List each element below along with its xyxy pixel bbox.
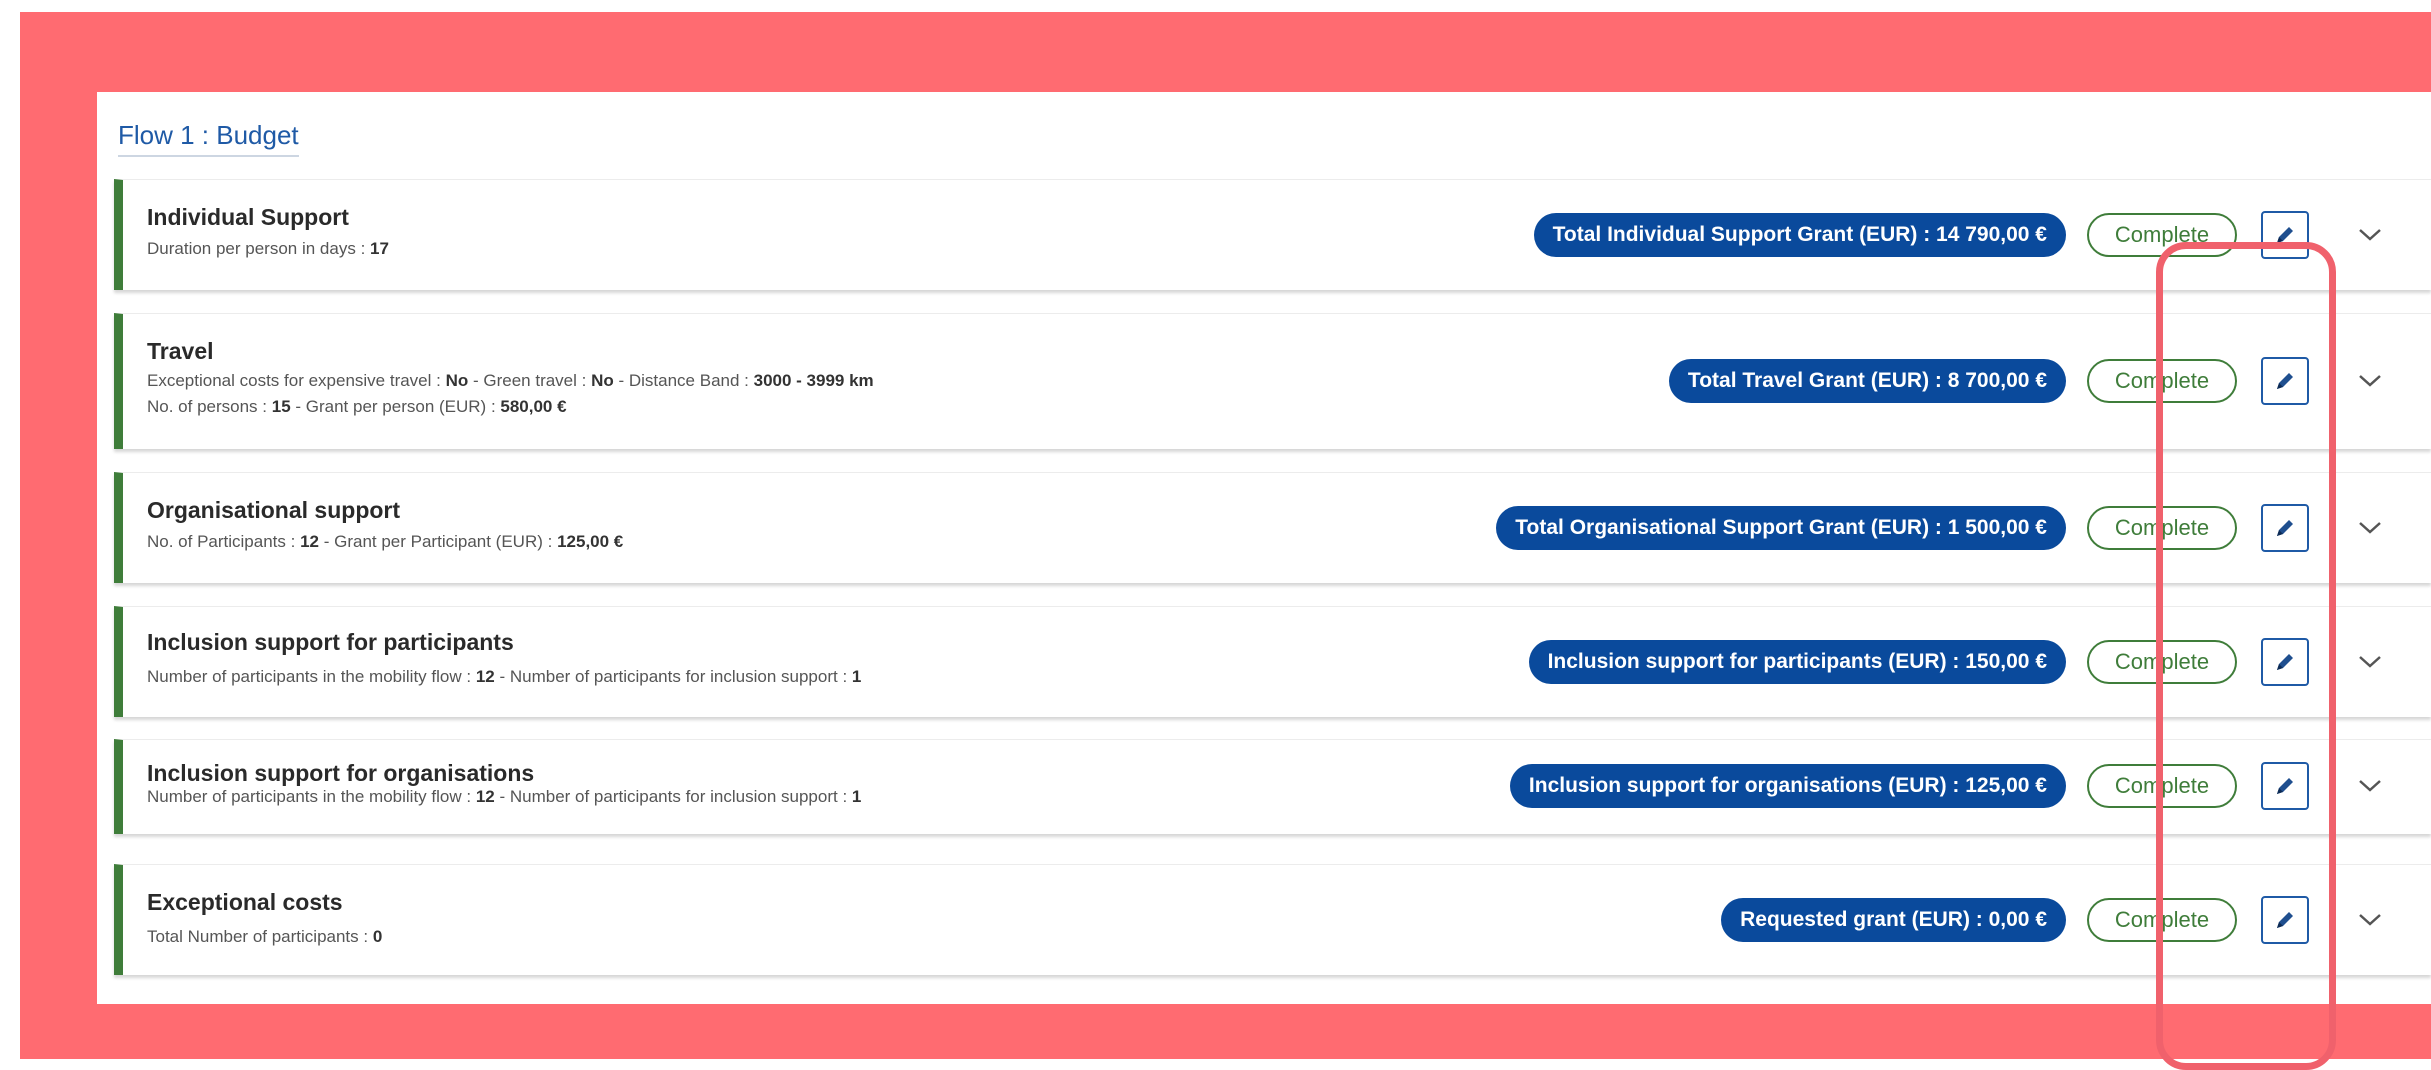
status-badge: Complete [2087, 359, 2237, 403]
chevron-down-icon[interactable] [2355, 513, 2385, 543]
chevron-down-icon[interactable] [2355, 366, 2385, 396]
status-badge: Complete [2087, 506, 2237, 550]
detail-value: 0 [372, 927, 383, 946]
detail-value: 17 [370, 239, 389, 258]
row-title: Individual Support [147, 204, 349, 230]
chevron-down-icon[interactable] [2355, 220, 2385, 250]
grant-total-badge: Requested grant (EUR) : 0,00 € [1721, 898, 2066, 942]
budget-row-exceptional-costs: Exceptional costs Total Number of partic… [114, 864, 2431, 975]
edit-button[interactable] [2261, 762, 2309, 810]
flow-title[interactable]: Flow 1 : Budget [118, 120, 299, 157]
budget-row-individual-support: Individual Support Duration per person i… [114, 179, 2431, 290]
row-title: Organisational support [147, 497, 401, 523]
grant-total-badge: Total Individual Support Grant (EUR) : 1… [1533, 213, 2066, 257]
pencil-icon [2277, 373, 2293, 389]
pencil-icon [2277, 654, 2293, 670]
status-badge: Complete [2087, 898, 2237, 942]
budget-panel: Flow 1 : Budget Individual Support Durat… [97, 92, 2431, 1070]
row-title: Travel [147, 338, 214, 364]
row-title: Inclusion support for organisations [147, 760, 535, 786]
detail-label: Total Number of participants : [147, 927, 373, 946]
pencil-icon [2277, 227, 2293, 243]
budget-row-inclusion-participants: Inclusion support for participants Numbe… [114, 606, 2431, 717]
detail-value: 125,00 € [557, 532, 624, 551]
detail-label: - Grant per person (EUR) : [290, 397, 501, 416]
row-title: Exceptional costs [147, 889, 343, 915]
grant-total-badge: Inclusion support for participants (EUR)… [1528, 640, 2066, 684]
detail-label: Number of participants in the mobility f… [147, 667, 476, 686]
status-badge: Complete [2087, 764, 2237, 808]
row-detail-line-2: No. of persons : 15 - Grant per person (… [147, 394, 567, 420]
chevron-down-icon[interactable] [2355, 647, 2385, 677]
detail-label: Duration per person in days : [147, 239, 371, 258]
detail-label: Number of participants in the mobility f… [147, 787, 476, 806]
edit-button[interactable] [2261, 638, 2309, 686]
detail-label: - Number of participants for inclusion s… [494, 667, 852, 686]
edit-button[interactable] [2261, 896, 2309, 944]
detail-value: 3000 - 3999 km [753, 371, 874, 390]
detail-label: No. of Participants : [147, 532, 301, 551]
row-detail: Exceptional costs for expensive travel :… [147, 368, 874, 394]
detail-value: No [445, 371, 469, 390]
detail-label: - Grant per Participant (EUR) : [319, 532, 558, 551]
detail-label: - Distance Band : [613, 371, 754, 390]
grant-total-badge: Inclusion support for organisations (EUR… [1509, 764, 2066, 808]
pencil-icon [2277, 520, 2293, 536]
detail-label: - Number of participants for inclusion s… [494, 787, 852, 806]
detail-value: 12 [475, 787, 495, 806]
chevron-down-icon[interactable] [2355, 771, 2385, 801]
detail-label: - Green travel : [468, 371, 592, 390]
edit-button[interactable] [2261, 357, 2309, 405]
budget-row-inclusion-organisations: Inclusion support for organisations Numb… [114, 739, 2431, 834]
detail-value: No [591, 371, 614, 390]
row-detail: No. of Participants : 12 - Grant per Par… [147, 529, 623, 555]
edit-button[interactable] [2261, 504, 2309, 552]
row-detail: Number of participants in the mobility f… [147, 784, 861, 810]
grant-total-badge: Total Organisational Support Grant (EUR)… [1496, 506, 2066, 550]
row-detail: Duration per person in days : 17 [147, 236, 389, 262]
detail-value: 12 [300, 532, 319, 551]
pencil-icon [2277, 912, 2293, 928]
detail-value: 580,00 € [500, 397, 567, 416]
row-detail: Number of participants in the mobility f… [147, 664, 861, 690]
detail-value: 12 [475, 667, 495, 686]
budget-row-organisational-support: Organisational support No. of Participan… [114, 472, 2431, 583]
status-badge: Complete [2087, 213, 2237, 257]
detail-label: No. of persons : [147, 397, 272, 416]
detail-value: 1 [851, 667, 862, 686]
detail-label: Exceptional costs for expensive travel : [147, 371, 446, 390]
status-badge: Complete [2087, 640, 2237, 684]
chevron-down-icon[interactable] [2355, 905, 2385, 935]
row-detail: Total Number of participants : 0 [147, 924, 382, 950]
row-title: Inclusion support for participants [147, 629, 514, 655]
pencil-icon [2277, 778, 2293, 794]
detail-value: 1 [851, 787, 862, 806]
budget-row-travel: Travel Exceptional costs for expensive t… [114, 313, 2431, 449]
detail-value: 15 [271, 397, 291, 416]
grant-total-badge: Total Travel Grant (EUR) : 8 700,00 € [1668, 359, 2066, 403]
edit-button[interactable] [2261, 211, 2309, 259]
